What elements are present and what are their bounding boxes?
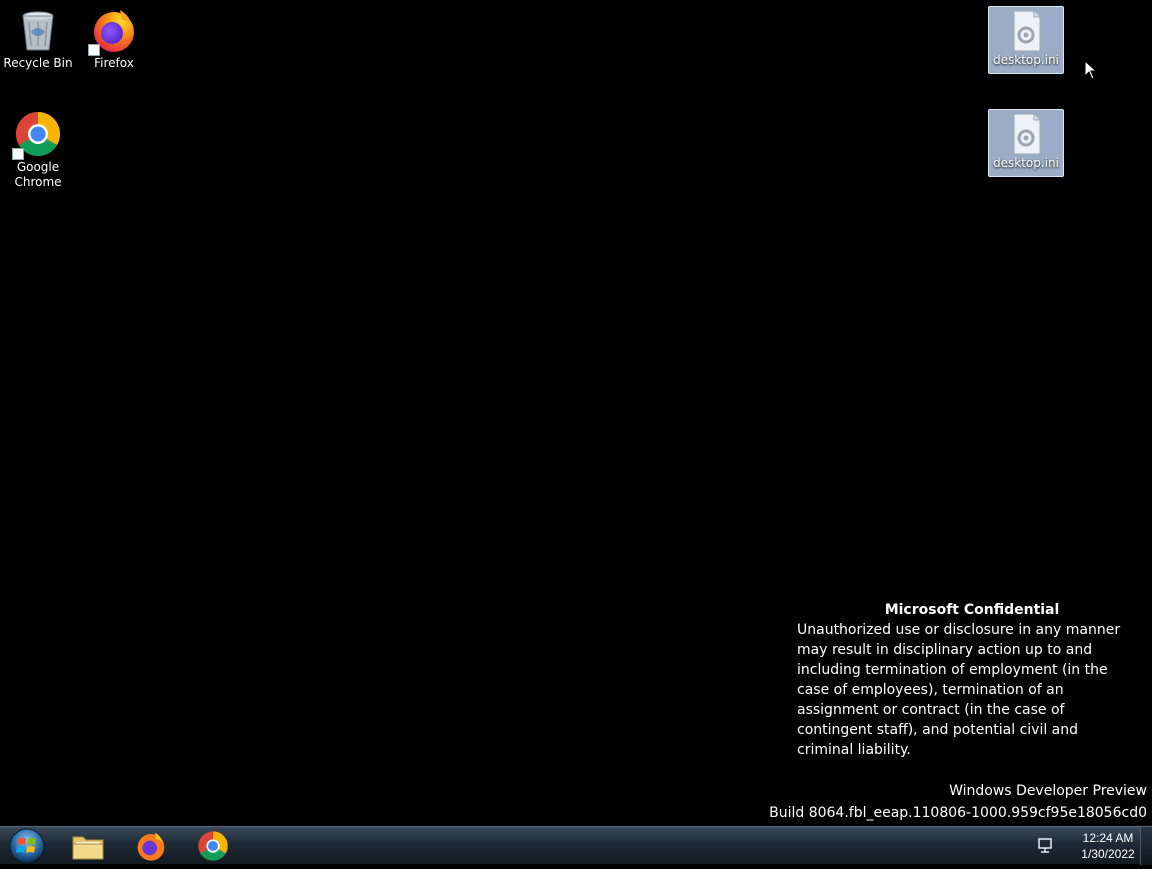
clock-time: 12:24 AM xyxy=(1082,831,1134,845)
system-tray: 12:24 AM 1/30/2022 xyxy=(1032,827,1152,865)
start-button[interactable] xyxy=(8,827,46,865)
folder-icon xyxy=(72,836,104,860)
desktop-icon-firefox[interactable]: Firefox xyxy=(76,0,152,71)
desktop-icon-label: desktop.ini xyxy=(993,53,1059,67)
desktop-icon-label: desktop.ini xyxy=(993,156,1059,170)
desktop-icon-label: Firefox xyxy=(94,56,134,70)
shortcut-arrow-icon xyxy=(88,44,100,56)
firefox-icon xyxy=(137,832,165,861)
desktop-icon-desktop-ini-2[interactable]: desktop.ini xyxy=(988,109,1064,177)
mouse-cursor-icon xyxy=(1084,59,1098,80)
network-icon[interactable] xyxy=(1036,836,1056,856)
show-desktop-button[interactable] xyxy=(1140,827,1152,865)
settings-file-icon xyxy=(1002,112,1050,156)
recycle-bin-icon xyxy=(14,6,62,54)
taskbar-firefox[interactable] xyxy=(121,828,181,864)
shortcut-arrow-icon xyxy=(12,148,24,160)
desktop-icon-desktop-ini-1[interactable]: desktop.ini xyxy=(988,6,1064,74)
taskbar-file-explorer[interactable] xyxy=(58,828,118,864)
windows-start-icon xyxy=(9,828,45,864)
taskbar-clock[interactable]: 12:24 AM 1/30/2022 xyxy=(1072,830,1144,862)
build-string: Build 8064.fbl_eeap.110806-1000.959cf95e… xyxy=(769,805,1147,821)
clock-date: 1/30/2022 xyxy=(1081,847,1135,861)
taskbar-google-chrome[interactable] xyxy=(183,828,243,864)
confidential-watermark: Microsoft Confidential Unauthorized use … xyxy=(797,600,1137,760)
firefox-icon xyxy=(88,6,138,56)
watermark-title: Microsoft Confidential xyxy=(884,602,1060,618)
desktop-icon-google-chrome[interactable]: Google Chrome xyxy=(0,104,76,190)
watermark-body: Unauthorized use or disclosure in any ma… xyxy=(797,622,1121,758)
settings-file-icon xyxy=(1002,9,1050,53)
taskbar: 12:24 AM 1/30/2022 xyxy=(0,826,1152,865)
desktop: Recycle Bin Firefox Google Chrome deskto… xyxy=(0,0,1152,826)
desktop-icon-label: Recycle Bin xyxy=(3,56,73,70)
build-info: Windows Developer Preview Build 8064.fbl… xyxy=(769,780,1147,824)
chrome-icon xyxy=(198,831,228,861)
desktop-icon-label: Google Chrome xyxy=(14,160,62,189)
desktop-icon-recycle-bin[interactable]: Recycle Bin xyxy=(0,0,76,71)
chrome-icon xyxy=(12,110,62,160)
build-edition: Windows Developer Preview xyxy=(949,783,1147,799)
